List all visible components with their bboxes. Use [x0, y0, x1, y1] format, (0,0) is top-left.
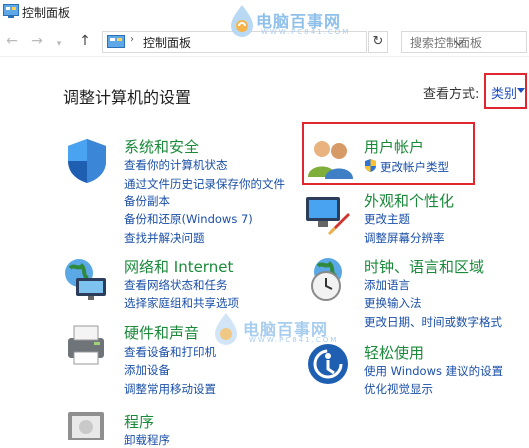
- programs-icon[interactable]: [64, 408, 108, 440]
- watermark-logo-icon: [231, 5, 253, 37]
- link-date-time-format[interactable]: 更改日期、时间或数字格式: [364, 314, 502, 330]
- link-network-status[interactable]: 查看网络状态和任务: [124, 277, 228, 293]
- printer-icon[interactable]: [62, 322, 110, 368]
- link-backup-copy[interactable]: 备份副本: [124, 193, 170, 209]
- back-arrow-icon[interactable]: ←: [3, 33, 21, 49]
- breadcrumb-separator: ›: [130, 34, 134, 45]
- watermark-top: 电脑百事网 WWW.PC841.COM: [229, 4, 359, 44]
- clock-globe-icon[interactable]: [306, 256, 352, 304]
- control-panel-small-icon: [107, 35, 125, 48]
- link-screen-resolution[interactable]: 调整屏幕分辨率: [364, 230, 445, 246]
- recent-dropdown-icon[interactable]: ▾: [50, 36, 68, 52]
- search-placeholder: 搜索控制面板: [410, 36, 483, 50]
- appearance-monitor-icon[interactable]: [304, 191, 352, 235]
- control-panel-icon: [3, 4, 19, 18]
- refresh-button[interactable]: ↻: [368, 31, 388, 53]
- watermark-url: WWW.PC841.COM: [249, 336, 339, 344]
- link-recommended-settings[interactable]: 使用 Windows 建议的设置: [364, 363, 503, 379]
- link-file-history[interactable]: 通过文件历史记录保存你的文件: [124, 176, 285, 192]
- link-change-input-method[interactable]: 更换输入法: [364, 295, 422, 311]
- category-ease-of-access[interactable]: 轻松使用: [364, 342, 424, 363]
- highlight-box-user-accounts: [302, 122, 475, 185]
- search-box[interactable]: 搜索控制面板: [401, 31, 527, 53]
- watermark-url: WWW.PC841.COM: [261, 28, 351, 36]
- link-add-device[interactable]: 添加设备: [124, 362, 170, 378]
- page-title: 调整计算机的设置: [63, 88, 192, 107]
- view-by-label: 查看方式:: [423, 87, 480, 102]
- watermark-middle: 电脑百事网 WWW.PC841.COM: [213, 312, 363, 352]
- category-programs[interactable]: 程序: [124, 411, 154, 432]
- highlight-box-view-by: [484, 73, 527, 109]
- link-backup-restore[interactable]: 备份和还原(Windows 7): [124, 211, 253, 227]
- network-globe-icon[interactable]: [62, 256, 110, 302]
- shield-icon[interactable]: [64, 137, 110, 185]
- link-uninstall-program[interactable]: 卸载程序: [124, 432, 170, 448]
- category-network-internet[interactable]: 网络和 Internet: [124, 256, 233, 277]
- link-view-computer-status[interactable]: 查看你的计算机状态: [124, 157, 228, 173]
- link-optimize-visual-display[interactable]: 优化视觉显示: [364, 381, 433, 397]
- link-troubleshoot[interactable]: 查找并解决问题: [124, 230, 205, 246]
- category-hardware-sound[interactable]: 硬件和声音: [124, 322, 199, 343]
- window-title: 控制面板: [22, 6, 71, 20]
- watermark-logo-icon: [215, 313, 237, 345]
- link-add-language[interactable]: 添加语言: [364, 277, 410, 293]
- refresh-icon: ↻: [372, 34, 384, 49]
- link-homegroup-sharing[interactable]: 选择家庭组和共享选项: [124, 295, 239, 311]
- link-mobility-settings[interactable]: 调整常用移动设置: [124, 381, 216, 397]
- forward-arrow-icon[interactable]: →: [28, 33, 46, 49]
- link-change-theme[interactable]: 更改主题: [364, 211, 410, 227]
- up-arrow-icon[interactable]: ↑: [76, 33, 94, 49]
- category-system-security[interactable]: 系统和安全: [124, 136, 199, 157]
- breadcrumb-control-panel[interactable]: 控制面板: [143, 34, 191, 51]
- link-devices-printers[interactable]: 查看设备和打印机: [124, 344, 216, 360]
- category-appearance[interactable]: 外观和个性化: [364, 190, 454, 211]
- category-clock-language-region[interactable]: 时钟、语言和区域: [364, 256, 484, 277]
